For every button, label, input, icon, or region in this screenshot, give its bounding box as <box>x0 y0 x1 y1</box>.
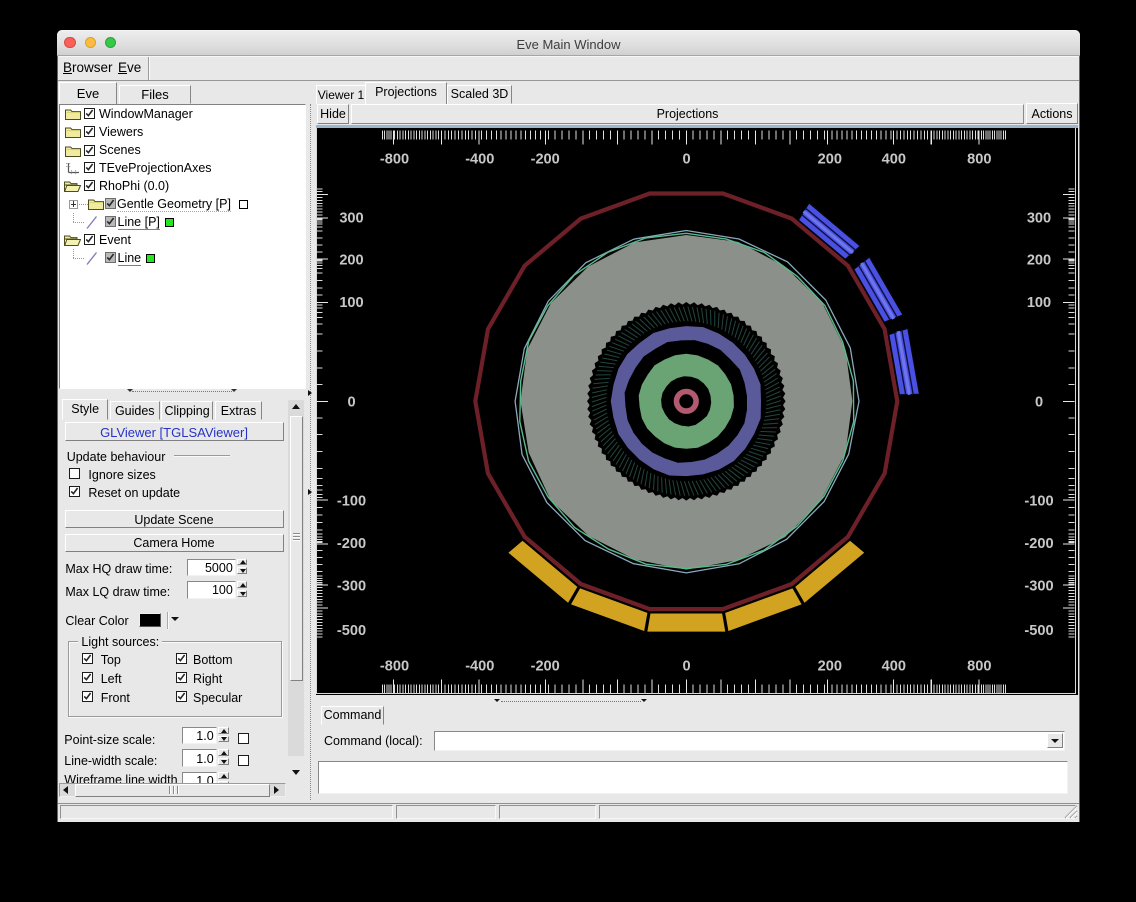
svg-text:-400: -400 <box>465 659 494 675</box>
svg-text:300: 300 <box>339 211 363 227</box>
svg-text:400: 400 <box>882 152 906 168</box>
svg-text:-800: -800 <box>380 152 409 168</box>
svg-text:-200: -200 <box>531 152 560 168</box>
svg-text:300: 300 <box>1027 211 1051 227</box>
svg-text:-200: -200 <box>337 536 366 552</box>
svg-text:-400: -400 <box>465 152 494 168</box>
svg-text:0: 0 <box>347 394 355 410</box>
svg-text:400: 400 <box>882 659 906 675</box>
svg-text:-200: -200 <box>1024 536 1053 552</box>
svg-text:200: 200 <box>339 253 363 269</box>
svg-text:0: 0 <box>682 659 690 675</box>
svg-text:-500: -500 <box>1024 623 1053 639</box>
svg-text:800: 800 <box>967 659 991 675</box>
svg-text:0: 0 <box>1035 394 1043 410</box>
svg-text:0: 0 <box>682 152 690 168</box>
svg-text:-200: -200 <box>531 659 560 675</box>
svg-text:-800: -800 <box>380 659 409 675</box>
svg-text:-100: -100 <box>1024 493 1053 509</box>
svg-text:-300: -300 <box>337 579 366 595</box>
svg-text:200: 200 <box>818 659 842 675</box>
svg-text:100: 100 <box>339 295 363 311</box>
svg-text:-500: -500 <box>337 623 366 639</box>
svg-text:-300: -300 <box>1024 579 1053 595</box>
svg-text:-100: -100 <box>337 493 366 509</box>
svg-text:800: 800 <box>967 152 991 168</box>
svg-text:200: 200 <box>818 152 842 168</box>
svg-text:200: 200 <box>1027 253 1051 269</box>
svg-text:100: 100 <box>1027 295 1051 311</box>
